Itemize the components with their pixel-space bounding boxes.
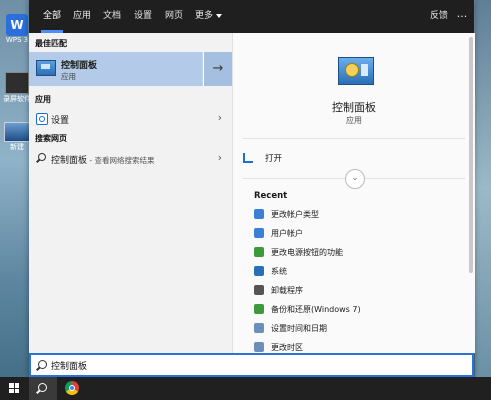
- recent-item[interactable]: 设置时间和日期: [254, 320, 469, 336]
- recent-item-icon: [254, 266, 264, 276]
- recent-item-label: 设置时间和日期: [271, 324, 327, 333]
- recent-item-label: 更改时区: [271, 343, 303, 352]
- recent-item[interactable]: 更改帐户类型: [254, 206, 469, 222]
- chevron-right-icon: ›: [217, 111, 222, 124]
- tab-documents[interactable]: 文档: [103, 0, 121, 33]
- web-result-hint: - 查看网络搜索结果: [87, 156, 155, 165]
- tab-all[interactable]: 全部: [40, 0, 64, 33]
- best-match-result: 控制面板 应用 →: [29, 52, 232, 86]
- recent-item-label: 更改帐户类型: [271, 210, 319, 219]
- recent-item[interactable]: 系统: [254, 263, 469, 279]
- tab-settings[interactable]: 设置: [134, 0, 152, 33]
- search-icon: [38, 360, 47, 369]
- web-result[interactable]: 控制面板 - 查看网络搜索结果 ›: [29, 148, 232, 168]
- recent-item-icon: [254, 285, 264, 295]
- recent-item-label: 用户帐户: [271, 229, 303, 238]
- control-panel-icon: [36, 60, 56, 76]
- app-result-settings[interactable]: 设置 ›: [29, 108, 232, 128]
- tab-more[interactable]: 更多: [195, 0, 223, 33]
- arrow-right-icon[interactable]: →: [203, 52, 232, 86]
- tab-more-label: 更多: [195, 11, 214, 21]
- desktop-icon-new[interactable]: 新建: [2, 122, 32, 152]
- recent-item-label: 更改电源按钮的功能: [271, 248, 343, 257]
- start-button[interactable]: [0, 377, 28, 400]
- windows-icon: [9, 383, 19, 393]
- taskbar-search-button[interactable]: [29, 377, 57, 400]
- open-label: 打开: [265, 154, 283, 164]
- web-heading: 搜索网页: [35, 134, 67, 143]
- control-panel-icon: [338, 57, 374, 85]
- tab-apps[interactable]: 应用: [73, 0, 91, 33]
- feedback-button[interactable]: 反馈: [430, 0, 448, 33]
- open-action[interactable]: 打开: [243, 150, 465, 166]
- desktop-icon-wps[interactable]: W WPS 3: [2, 14, 32, 44]
- recent-item-icon: [254, 342, 264, 352]
- chevron-down-icon: [216, 13, 223, 18]
- recent-item-icon: [254, 228, 264, 238]
- recent-item-icon: [254, 247, 264, 257]
- settings-icon: [36, 113, 48, 125]
- recent-item[interactable]: 备份和还原(Windows 7): [254, 301, 469, 317]
- desktop-icon-label: 新建: [10, 143, 24, 151]
- search-box: [29, 353, 474, 377]
- divider: [243, 138, 465, 139]
- search-filter-bar: 全部 应用 文档 设置 网页 更多 反馈 ···: [29, 0, 474, 33]
- recent-item-label: 系统: [271, 267, 287, 276]
- recent-heading: Recent: [254, 191, 288, 201]
- app-result-label: 设置: [51, 116, 70, 126]
- recorder-icon: [5, 72, 29, 94]
- recent-item-icon: [254, 323, 264, 333]
- best-match-heading: 最佳匹配: [35, 39, 67, 48]
- more-options-icon[interactable]: ···: [454, 0, 470, 33]
- recent-item-label: 备份和还原(Windows 7): [271, 305, 361, 314]
- scrollbar[interactable]: [469, 37, 473, 273]
- best-match-subtitle: 应用: [61, 72, 76, 81]
- recent-item-label: 卸载程序: [271, 286, 303, 295]
- search-input[interactable]: [51, 358, 451, 372]
- preview-title: 控制面板: [332, 101, 376, 114]
- taskbar-chrome[interactable]: [58, 377, 86, 400]
- desktop-icon-label: 录屏软件: [3, 95, 31, 103]
- wps-icon: W: [6, 14, 28, 36]
- desktop-icon-label: WPS 3: [5, 36, 29, 44]
- recent-item[interactable]: 更改电源按钮的功能: [254, 244, 469, 260]
- apps-heading: 应用: [35, 95, 51, 104]
- expand-chevron-icon[interactable]: ⌄: [345, 169, 365, 189]
- recent-item[interactable]: 卸载程序: [254, 282, 469, 298]
- recent-item-icon: [254, 304, 264, 314]
- taskbar: [0, 377, 491, 400]
- preview-pane: 控制面板 应用 打开 ⌄ Recent 更改帐户类型 用户帐户更改电源按钮的功能系…: [232, 33, 475, 353]
- best-match-open[interactable]: 控制面板 应用: [29, 52, 202, 86]
- tab-web[interactable]: 网页: [165, 0, 183, 33]
- desktop-icon-recorder[interactable]: 录屏软件: [2, 72, 32, 104]
- web-query: 控制面板: [51, 156, 88, 166]
- chrome-icon: [65, 381, 79, 395]
- preview-subtitle: 应用: [346, 116, 362, 125]
- best-match-title: 控制面板: [61, 61, 98, 71]
- open-icon: [243, 153, 253, 163]
- desktop-wallpaper-edge: [475, 0, 491, 377]
- image-icon: [4, 122, 30, 142]
- chevron-right-icon: ›: [217, 151, 222, 164]
- search-icon: [38, 383, 47, 392]
- start-search-panel: 全部 应用 文档 设置 网页 更多 反馈 ··· 最佳匹配 控制面板 应用 → …: [29, 0, 475, 377]
- search-icon: [38, 153, 46, 161]
- recent-item-icon: [254, 209, 264, 219]
- results-list: 最佳匹配 控制面板 应用 → 应用 设置 › 搜索网页 控制面板 - 查看网络搜…: [29, 33, 232, 353]
- recent-item[interactable]: 用户帐户: [254, 225, 469, 241]
- web-result-label: 控制面板 - 查看网络搜索结果: [51, 153, 155, 166]
